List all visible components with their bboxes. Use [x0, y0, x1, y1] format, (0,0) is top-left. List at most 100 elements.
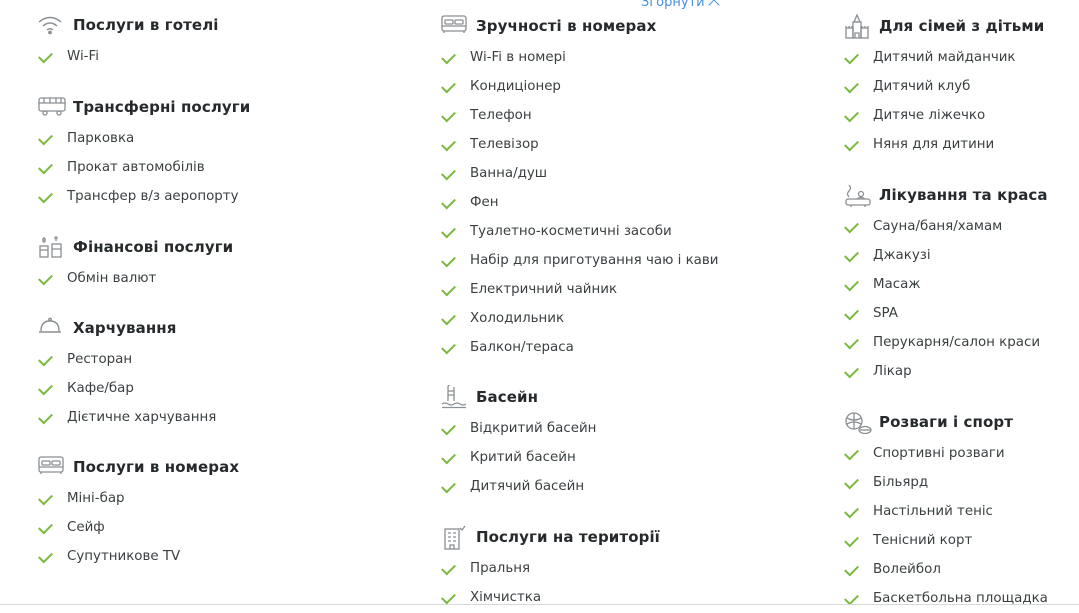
check-icon: [441, 194, 456, 210]
section-title: Басейн: [476, 388, 539, 406]
amenity-label: Спортивні розваги: [873, 446, 1005, 461]
amenity-item: Холодильник: [440, 304, 718, 333]
chevron-up-icon: [707, 0, 720, 11]
check-icon: [844, 561, 859, 577]
check-icon: [38, 380, 53, 396]
amenity-item: Хімчистка: [440, 583, 660, 612]
amenity-section: Розваги і спорт Спортивні розваги Більярд Н…: [843, 410, 1048, 613]
amenity-label: Сейф: [67, 520, 105, 535]
check-icon: [441, 449, 456, 465]
amenity-label: Балкон/тераса: [470, 340, 574, 355]
money-icon: [37, 235, 67, 259]
amenity-label: Сауна/баня/хамам: [873, 219, 1003, 234]
amenity-item: Прокат автомобілів: [37, 153, 250, 182]
amenity-label: Хімчистка: [470, 590, 542, 605]
amenity-item: Трансфер в/з аеропорту: [37, 182, 250, 211]
amenity-section: Для сімей з дітьми Дитячий майданчик Дитяч…: [843, 14, 1044, 159]
building-icon: [440, 525, 470, 550]
amenity-item: Настільний теніс: [843, 497, 1048, 526]
amenity-list: Міні-бар Сейф Супутникове TV: [37, 484, 239, 571]
section-header: Харчування: [37, 316, 216, 340]
amenity-item: Сейф: [37, 513, 239, 542]
amenity-item: SPA: [843, 299, 1048, 328]
section-title: Розваги і спорт: [879, 413, 1014, 431]
amenity-label: Дитячий басейн: [470, 479, 585, 494]
check-icon: [844, 49, 859, 65]
amenity-label: Обмін валют: [67, 271, 157, 286]
section-header: Послуги в готелі: [37, 13, 219, 37]
amenity-section: Басейн Відкритий басейн Критий басейн Дитяч…: [440, 385, 596, 501]
check-icon: [844, 445, 859, 461]
amenity-item: Wi-Fi в номері: [440, 43, 718, 72]
amenity-item: Масаж: [843, 270, 1048, 299]
amenity-list: Дитячий майданчик Дитячий клуб Дитяче ліже…: [843, 43, 1044, 159]
bus-icon: [37, 95, 67, 119]
check-icon: [38, 159, 53, 175]
check-icon: [844, 247, 859, 263]
check-icon: [441, 478, 456, 494]
check-icon: [441, 107, 456, 123]
check-icon: [38, 519, 53, 535]
check-icon: [844, 334, 859, 350]
amenity-label: Настільний теніс: [873, 504, 993, 519]
amenity-label: Тенісний корт: [873, 533, 973, 548]
section-title: Послуги в готелі: [73, 16, 219, 34]
wifi-icon: [37, 13, 67, 37]
amenity-label: Пральня: [470, 561, 531, 576]
amenity-item: Балкон/тераса: [440, 333, 718, 362]
amenity-label: Парковка: [67, 131, 135, 146]
divider: [0, 604, 1079, 605]
amenity-label: Кондиціонер: [470, 79, 561, 94]
amenity-item: Туалетно-косметичні засоби: [440, 217, 718, 246]
amenity-section: Лікування та краса Сауна/баня/хамам Джакуз…: [843, 183, 1048, 386]
amenity-item: Ванна/душ: [440, 159, 718, 188]
spa-icon: [843, 183, 873, 207]
section-title: Лікування та краса: [879, 186, 1048, 204]
section-header: Розваги і спорт: [843, 410, 1048, 435]
check-icon: [844, 363, 859, 379]
amenity-label: Wi-Fi: [67, 49, 99, 64]
amenity-item: Критий басейн: [440, 443, 596, 472]
amenity-label: Ресторан: [67, 352, 133, 367]
amenity-item: Ресторан: [37, 345, 216, 374]
collapse-link[interactable]: Згорнути: [641, 0, 720, 11]
amenity-label: Перукарня/салон краси: [873, 335, 1041, 350]
section-title: Трансферні послуги: [73, 98, 251, 116]
amenity-item: Міні-бар: [37, 484, 239, 513]
amenity-item: Телефон: [440, 101, 718, 130]
amenity-section: Послуги в готелі Wi-Fi: [37, 13, 219, 71]
amenity-label: Міні-бар: [67, 491, 125, 506]
check-icon: [441, 281, 456, 297]
amenity-section: Послуги на території Пральня Хімчистка: [440, 525, 660, 612]
amenity-item: Кафе/бар: [37, 374, 216, 403]
amenity-label: SPA: [873, 306, 898, 321]
amenity-list: Wi-Fi в номері Кондиціонер Телефон Телевізо…: [440, 43, 718, 362]
amenity-label: Масаж: [873, 277, 921, 292]
amenity-label: Дитячий майданчик: [873, 50, 1016, 65]
amenity-item: Дитяче ліжечко: [843, 101, 1044, 130]
amenity-label: Супутникове TV: [67, 549, 181, 564]
check-icon: [844, 78, 859, 94]
check-icon: [844, 532, 859, 548]
amenity-label: Дієтичне харчування: [67, 410, 217, 425]
amenity-label: Кафе/бар: [67, 381, 134, 396]
amenity-label: Електричний чайник: [470, 282, 618, 297]
amenity-item: Супутникове TV: [37, 542, 239, 571]
amenity-item: Фен: [440, 188, 718, 217]
check-icon: [441, 136, 456, 152]
amenity-list: Wi-Fi: [37, 42, 219, 71]
amenity-label: Телефон: [470, 108, 532, 123]
section-header: Послуги на території: [440, 525, 660, 550]
sport-icon: [843, 410, 873, 435]
check-icon: [441, 420, 456, 436]
amenity-label: Джакузі: [873, 248, 931, 263]
check-icon: [38, 48, 53, 64]
amenity-label: Дитяче ліжечко: [873, 108, 986, 123]
section-title: Харчування: [73, 319, 177, 337]
amenity-item: Більярд: [843, 468, 1048, 497]
section-header: Послуги в номерах: [37, 455, 239, 479]
section-title: Для сімей з дітьми: [879, 17, 1045, 35]
amenity-item: Кондиціонер: [440, 72, 718, 101]
amenity-label: Телевізор: [470, 137, 539, 152]
amenity-item: Дитячий майданчик: [843, 43, 1044, 72]
